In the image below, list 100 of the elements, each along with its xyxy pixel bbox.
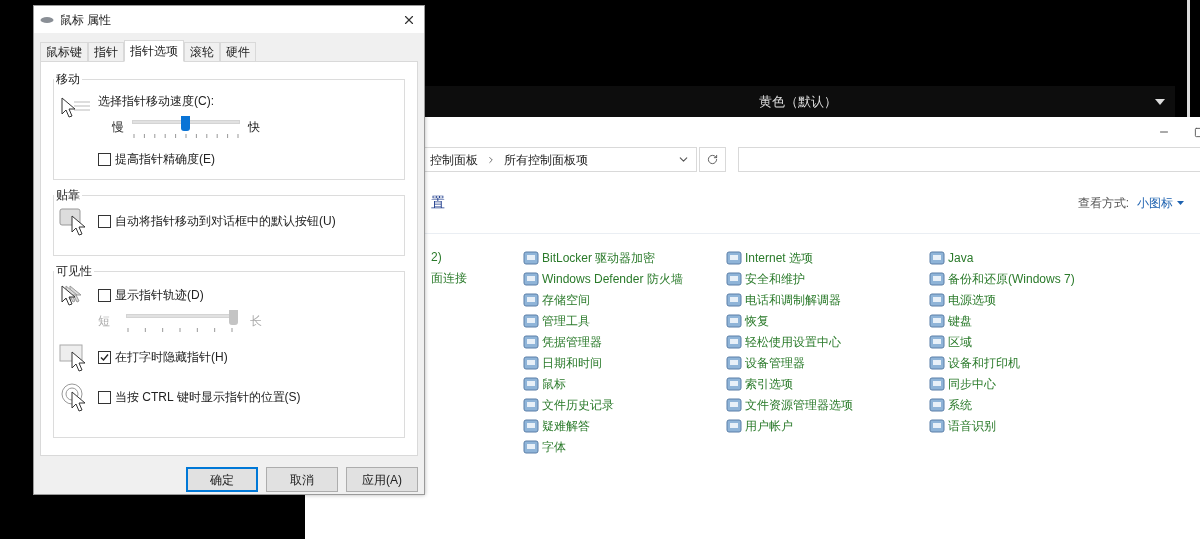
group-title: 可见性 bbox=[55, 263, 93, 280]
refresh-icon bbox=[707, 154, 718, 165]
applet-link[interactable]: 电话和调制解调器 bbox=[745, 290, 841, 309]
mouse-icon bbox=[40, 15, 54, 24]
tab[interactable]: 滚轮 bbox=[184, 42, 220, 61]
applet-icon bbox=[929, 270, 945, 287]
applet-link[interactable]: 区域 bbox=[948, 332, 972, 351]
applet-icon bbox=[726, 270, 742, 287]
applet-link[interactable]: 设备和打印机 bbox=[948, 353, 1020, 372]
checkbox[interactable] bbox=[98, 350, 111, 364]
checkbox-label: 显示指针轨迹(D) bbox=[115, 287, 204, 304]
window-title: 鼠标 属性 bbox=[60, 11, 112, 29]
applet-icon bbox=[929, 312, 945, 329]
applet-icon bbox=[929, 291, 945, 308]
applet-icon bbox=[523, 291, 539, 308]
caret-icon bbox=[1177, 200, 1184, 205]
applet-icon bbox=[929, 396, 945, 413]
tab[interactable]: 硬件 bbox=[220, 42, 256, 61]
breadcrumb-item[interactable]: 控制面板 bbox=[430, 150, 478, 169]
applet-link[interactable]: Java bbox=[948, 248, 974, 267]
applet-link[interactable]: 面连接 bbox=[431, 268, 523, 289]
applet-icon bbox=[726, 417, 742, 434]
slow-label: 慢 bbox=[112, 119, 124, 136]
applet-link[interactable]: 系统 bbox=[948, 395, 972, 414]
speed-label: 选择指针移动速度(C): bbox=[98, 93, 215, 110]
group-title: 移动 bbox=[55, 71, 81, 88]
applet-link[interactable]: 存储空间 bbox=[542, 290, 590, 309]
applet-icon bbox=[523, 417, 539, 434]
applet-link[interactable]: 安全和维护 bbox=[745, 269, 805, 288]
slider-thumb[interactable] bbox=[181, 116, 190, 131]
checkbox[interactable] bbox=[98, 390, 111, 404]
short-label: 短 bbox=[98, 313, 110, 330]
applet-link[interactable]: 语音识别 bbox=[948, 416, 996, 435]
tab[interactable]: 指针选项 bbox=[124, 40, 184, 62]
applet-icon bbox=[929, 333, 945, 350]
applet-link[interactable]: 用户帐户 bbox=[745, 416, 793, 435]
tab[interactable]: 鼠标键 bbox=[40, 42, 88, 61]
search-field[interactable] bbox=[738, 147, 1200, 172]
applet-link[interactable]: Windows Defender 防火墙 bbox=[542, 269, 683, 288]
applet-icon bbox=[523, 354, 539, 371]
group-title: 贴靠 bbox=[55, 187, 81, 204]
applet-icon bbox=[726, 312, 742, 329]
applet-icon bbox=[523, 249, 539, 266]
applet-icon bbox=[523, 438, 539, 455]
applet-link[interactable]: 恢复 bbox=[745, 311, 769, 330]
applet-link[interactable]: 日期和时间 bbox=[542, 353, 602, 372]
applet-icon bbox=[726, 354, 742, 371]
checkbox-label: 提高指针精确度(E) bbox=[115, 151, 215, 168]
long-label: 长 bbox=[250, 313, 262, 330]
checkbox-label: 当按 CTRL 键时显示指针的位置(S) bbox=[115, 389, 301, 406]
fast-label: 快 bbox=[248, 119, 260, 136]
applet-link[interactable]: 字体 bbox=[542, 437, 566, 456]
applet-icon bbox=[726, 375, 742, 392]
dialog-button[interactable]: 应用(A) bbox=[346, 467, 418, 492]
checkbox[interactable] bbox=[98, 214, 111, 228]
applet-icon bbox=[929, 375, 945, 392]
applet-link[interactable]: 文件资源管理器选项 bbox=[745, 395, 853, 414]
dialog-button[interactable]: 取消 bbox=[266, 467, 338, 492]
applet-link[interactable]: 设备管理器 bbox=[745, 353, 805, 372]
applet-link[interactable]: 2) bbox=[431, 247, 523, 268]
applet-icon bbox=[523, 312, 539, 329]
applet-link[interactable]: 电源选项 bbox=[948, 290, 996, 309]
applet-link[interactable]: 疑难解答 bbox=[542, 416, 590, 435]
tab[interactable]: 指针 bbox=[88, 42, 124, 61]
breadcrumb-item[interactable]: 所有控制面板项 bbox=[504, 150, 588, 169]
applet-icon bbox=[726, 291, 742, 308]
applet-link[interactable]: 管理工具 bbox=[542, 311, 590, 330]
applet-icon bbox=[726, 396, 742, 413]
applet-link[interactable]: 文件历史记录 bbox=[542, 395, 614, 414]
applet-icon bbox=[929, 417, 945, 434]
applet-link[interactable]: Internet 选项 bbox=[745, 248, 814, 267]
applet-icon bbox=[523, 333, 539, 350]
applet-link[interactable]: 键盘 bbox=[948, 311, 972, 330]
chevron-right-icon bbox=[486, 154, 496, 165]
dialog-button[interactable]: 确定 bbox=[186, 467, 258, 492]
applet-link[interactable]: BitLocker 驱动器加密 bbox=[542, 248, 656, 267]
applet-icon bbox=[523, 270, 539, 287]
applet-link[interactable]: 轻松使用设置中心 bbox=[745, 332, 841, 351]
applet-icon bbox=[929, 249, 945, 266]
heading: 置 bbox=[431, 193, 445, 212]
view-by-dropdown[interactable]: 小图标 bbox=[1137, 193, 1184, 212]
applet-icon bbox=[523, 375, 539, 392]
applet-icon bbox=[523, 396, 539, 413]
applet-icon bbox=[726, 333, 742, 350]
applet-link[interactable]: 鼠标 bbox=[542, 374, 566, 393]
applet-link[interactable]: 同步中心 bbox=[948, 374, 996, 393]
refresh-button[interactable] bbox=[699, 147, 726, 172]
slider[interactable] bbox=[132, 116, 240, 138]
applet-icon bbox=[726, 249, 742, 266]
applet-link[interactable]: 索引选项 bbox=[745, 374, 793, 393]
view-by-label: 查看方式: bbox=[1077, 194, 1129, 212]
checkbox[interactable] bbox=[98, 288, 111, 302]
applet-link[interactable]: 备份和还原(Windows 7) bbox=[948, 269, 1075, 288]
checkbox-label: 在打字时隐藏指针(H) bbox=[115, 349, 228, 366]
checkbox-label: 自动将指针移动到对话框中的默认按钮(U) bbox=[115, 213, 336, 230]
scrollbar[interactable] bbox=[1187, 0, 1190, 117]
caret-icon bbox=[1155, 98, 1165, 105]
applet-icon bbox=[929, 354, 945, 371]
applet-link[interactable]: 凭据管理器 bbox=[542, 332, 602, 351]
checkbox[interactable] bbox=[98, 152, 111, 166]
